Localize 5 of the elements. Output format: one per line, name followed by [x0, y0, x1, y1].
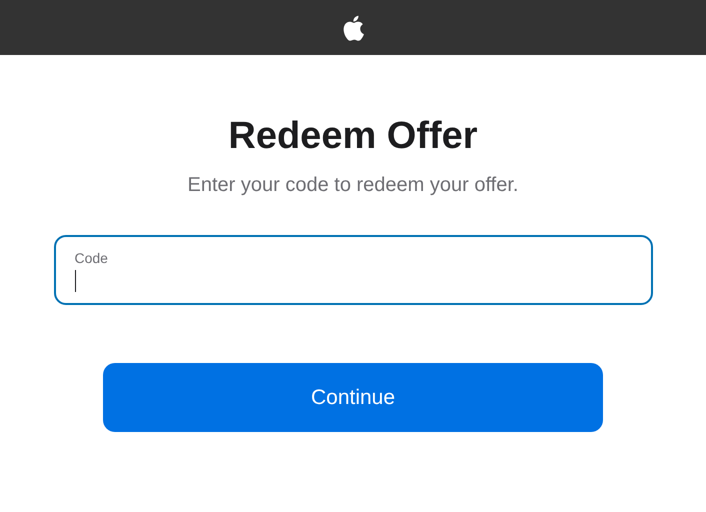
apple-icon[interactable] [342, 14, 364, 40]
continue-button[interactable]: Continue [103, 363, 603, 432]
code-field[interactable]: Code [54, 235, 652, 305]
instruction-text: Enter your code to redeem your offer. [188, 173, 518, 198]
page-title: Redeem Offer [228, 114, 478, 159]
